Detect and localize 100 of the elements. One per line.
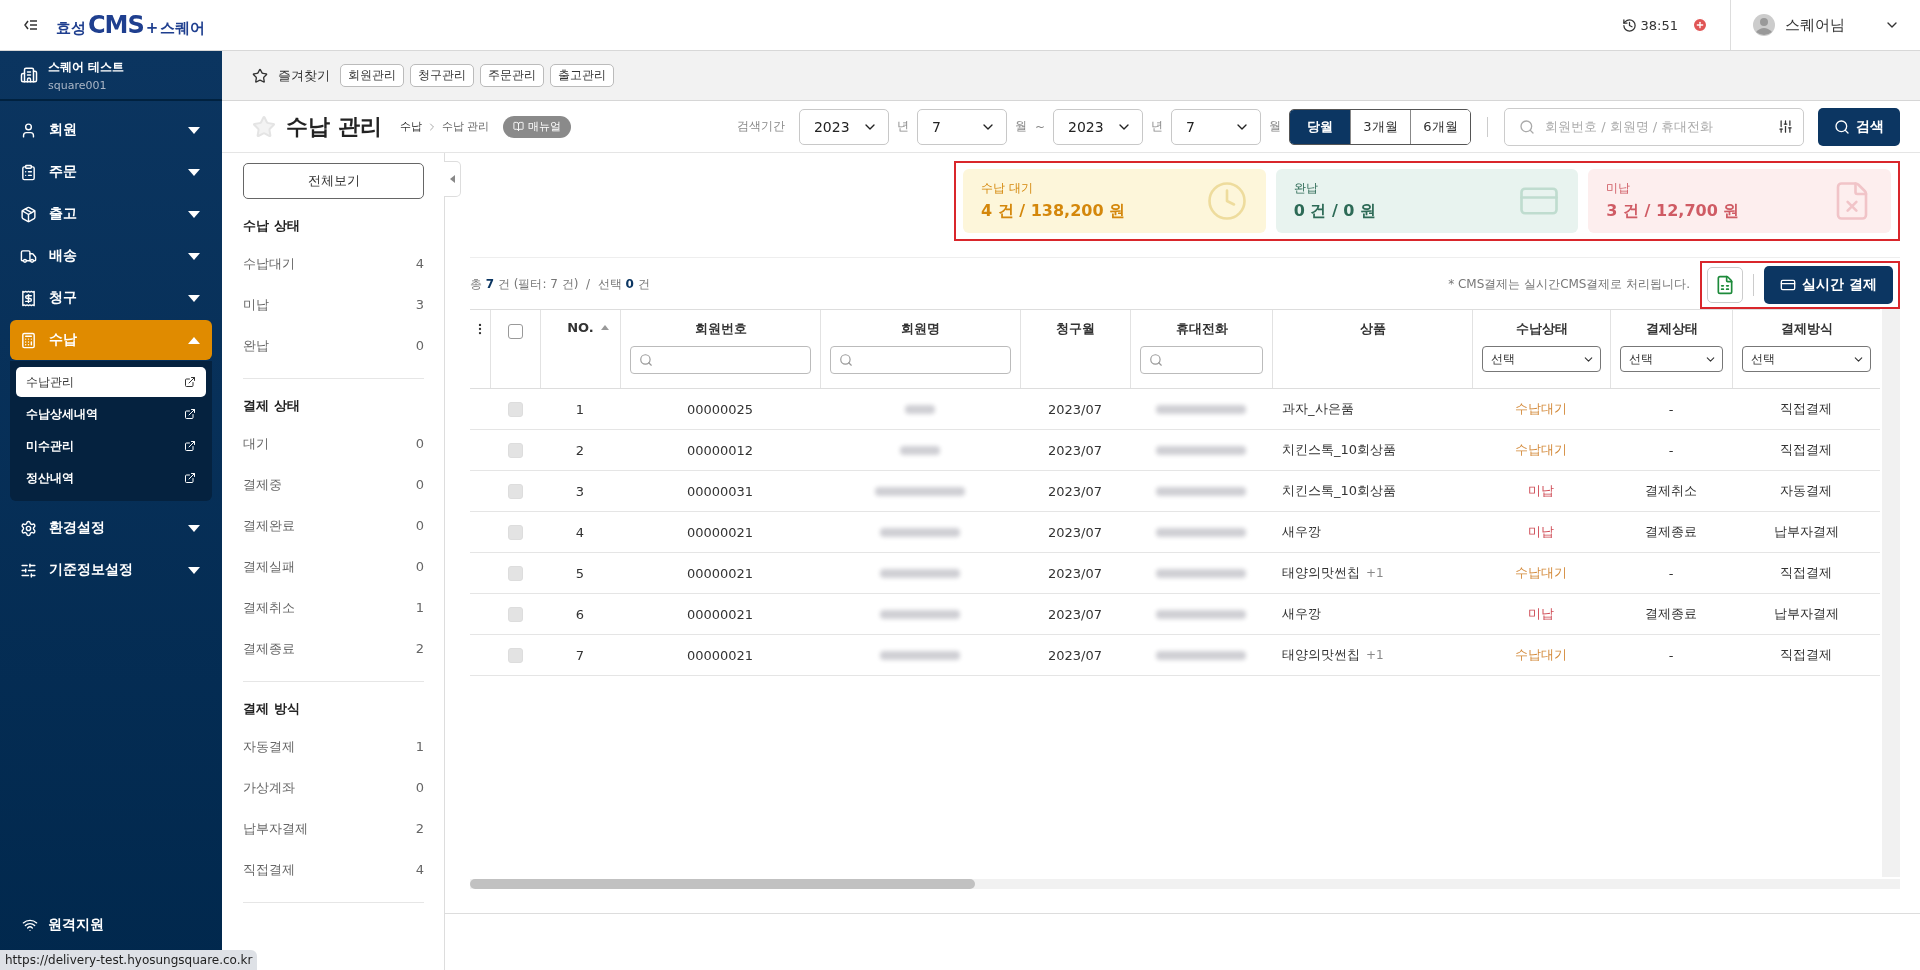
table-cell-text: 납부자결제 [1772, 523, 1840, 541]
submenu-item[interactable]: 수납관리 [16, 367, 206, 397]
column-select[interactable]: 선택 [1742, 346, 1871, 372]
breadcrumb[interactable]: 수납 [399, 119, 422, 134]
caret-icon [188, 336, 200, 344]
sort-up-icon[interactable] [600, 325, 609, 330]
favorite-chip[interactable]: 회원관리 [340, 64, 404, 87]
search-button[interactable]: 검색 [1818, 107, 1900, 146]
table-cell-text: - [1667, 400, 1675, 419]
column-header[interactable]: 회원명 [901, 320, 940, 338]
month-select[interactable]: 7 [916, 108, 1007, 145]
submenu-item[interactable]: 정산내역 [16, 463, 206, 493]
table-cell-text: 6 [574, 605, 586, 624]
realtime-payment-button[interactable]: 실시간 결제 [1764, 265, 1893, 304]
table-cell-text: 직접결제 [1779, 441, 1833, 459]
filter-option[interactable]: 결제실패 [243, 557, 295, 576]
column-header[interactable]: NO. [567, 320, 594, 335]
favorite-chip[interactable]: 출고관리 [550, 64, 614, 87]
table-cell-text: 결제종료 [1644, 523, 1698, 541]
filter-option[interactable]: 수납대기 [243, 254, 295, 273]
scrollbar-track[interactable] [1882, 309, 1900, 877]
favorite-chip[interactable]: 주문관리 [480, 64, 544, 87]
filter-option[interactable]: 납부자결제 [243, 819, 308, 838]
column-search-field[interactable] [1140, 346, 1263, 374]
caret-icon [188, 126, 200, 134]
year-select[interactable]: 2023 [798, 108, 889, 145]
filter-count: 1 [415, 600, 424, 615]
filter-count: 0 [415, 477, 424, 492]
column-search-field[interactable] [830, 346, 1011, 374]
column-header[interactable]: 휴대전화 [1175, 320, 1228, 338]
summary-card[interactable]: 완납 0 건 / 0 원 [1275, 169, 1579, 233]
column-header[interactable]: 상품 [1359, 320, 1386, 338]
month-select[interactable]: 7 [1171, 108, 1261, 145]
column-search-field[interactable] [630, 346, 811, 374]
filter-option[interactable]: 결제중 [243, 475, 282, 494]
filter-option[interactable]: 결제취소 [243, 598, 295, 617]
star-icon[interactable] [252, 114, 276, 139]
clipboard-icon [20, 163, 37, 181]
checkbox[interactable] [508, 324, 523, 339]
user-menu[interactable]: 스퀘어님 [1730, 0, 1920, 50]
avatar-icon [1753, 14, 1775, 36]
receipt-icon [20, 289, 37, 307]
range-tab[interactable]: 당월 [1290, 109, 1350, 144]
column-select[interactable]: 선택 [1482, 346, 1601, 372]
column-header[interactable]: 결제방식 [1780, 320, 1833, 338]
status-text: 미납 [1528, 523, 1554, 541]
collapse-menu-icon[interactable] [24, 19, 38, 31]
breadcrumb[interactable]: 수납 관리 [441, 119, 490, 134]
nav-item[interactable]: 배송 [10, 236, 212, 276]
filter-option[interactable]: 대기 [243, 434, 269, 453]
excel-button[interactable] [1707, 266, 1744, 303]
filter-option[interactable]: 직접결제 [243, 860, 295, 879]
column-select[interactable]: 선택 [1620, 346, 1723, 372]
favorite-chip[interactable]: 청구관리 [410, 64, 474, 87]
sliders-icon[interactable] [1778, 119, 1793, 134]
column-header[interactable]: 회원번호 [694, 320, 747, 338]
column-header[interactable]: 수납상태 [1515, 320, 1568, 338]
year-select[interactable]: 2023 [1053, 108, 1143, 145]
range-tab[interactable]: 6개월 [1410, 109, 1470, 144]
month-unit: 월 [1014, 118, 1027, 135]
nav-item[interactable]: 회원 [10, 110, 212, 150]
collapse-tab[interactable] [444, 161, 461, 197]
column-header[interactable]: 청구월 [1056, 320, 1095, 338]
extend-session-icon[interactable] [1692, 17, 1708, 33]
remote-support[interactable]: 원격지원 [0, 906, 222, 944]
column-header[interactable]: 결제상태 [1645, 320, 1698, 338]
nav-item[interactable]: 청구 [10, 278, 212, 318]
session-timer: 38:51 [1640, 17, 1678, 33]
spreadsheet-icon [1715, 274, 1736, 295]
scrollbar-thumb[interactable] [470, 879, 975, 889]
nav-item[interactable]: 출고 [10, 194, 212, 234]
status-text: 수납대기 [1515, 441, 1567, 459]
logo[interactable]: 효성 CMS+스퀘어 [56, 11, 206, 39]
notice-text: * CMS결제는 실시간CMS결제로 처리됩니다. [1448, 276, 1691, 293]
nav-item[interactable]: 환경설정 [10, 508, 212, 548]
summary-card[interactable]: 미납 3 건 / 12,700 원 [1588, 169, 1891, 233]
search-icon [1149, 353, 1163, 367]
filter-option[interactable]: 결제종료 [243, 639, 295, 658]
building-icon [20, 66, 38, 84]
table-cell-text: 2023/07 [1047, 482, 1103, 501]
filter-group-title: 수납 상태 [243, 217, 301, 235]
nav-item[interactable]: 기준정보설정 [10, 550, 212, 590]
horizontal-scrollbar[interactable] [470, 879, 1900, 889]
extra-count: +1 [1366, 566, 1384, 580]
filter-option[interactable]: 결제완료 [243, 516, 295, 535]
year-unit: 년 [1151, 118, 1163, 135]
nav-item[interactable]: 주문 [10, 152, 212, 192]
book-icon [513, 121, 525, 132]
filter-option[interactable]: 자동결제 [243, 737, 295, 756]
search-box[interactable]: 회원번호 / 회원명 / 휴대전화 [1504, 107, 1804, 146]
clock-icon [1205, 180, 1248, 222]
table-cell-text: - [1667, 441, 1675, 460]
card-value: 4 건 / 138,200 원 [981, 201, 1126, 222]
filter-count: 3 [415, 297, 424, 312]
submenu-item[interactable]: 미수관리 [16, 431, 206, 461]
filter-option[interactable]: 미납 [243, 295, 269, 314]
submenu-item[interactable]: 수납상세내역 [16, 399, 206, 429]
view-all-button[interactable]: 전체보기 [243, 163, 424, 199]
filter-option[interactable]: 완납 [243, 336, 269, 355]
filter-option[interactable]: 가상계좌 [243, 778, 295, 797]
